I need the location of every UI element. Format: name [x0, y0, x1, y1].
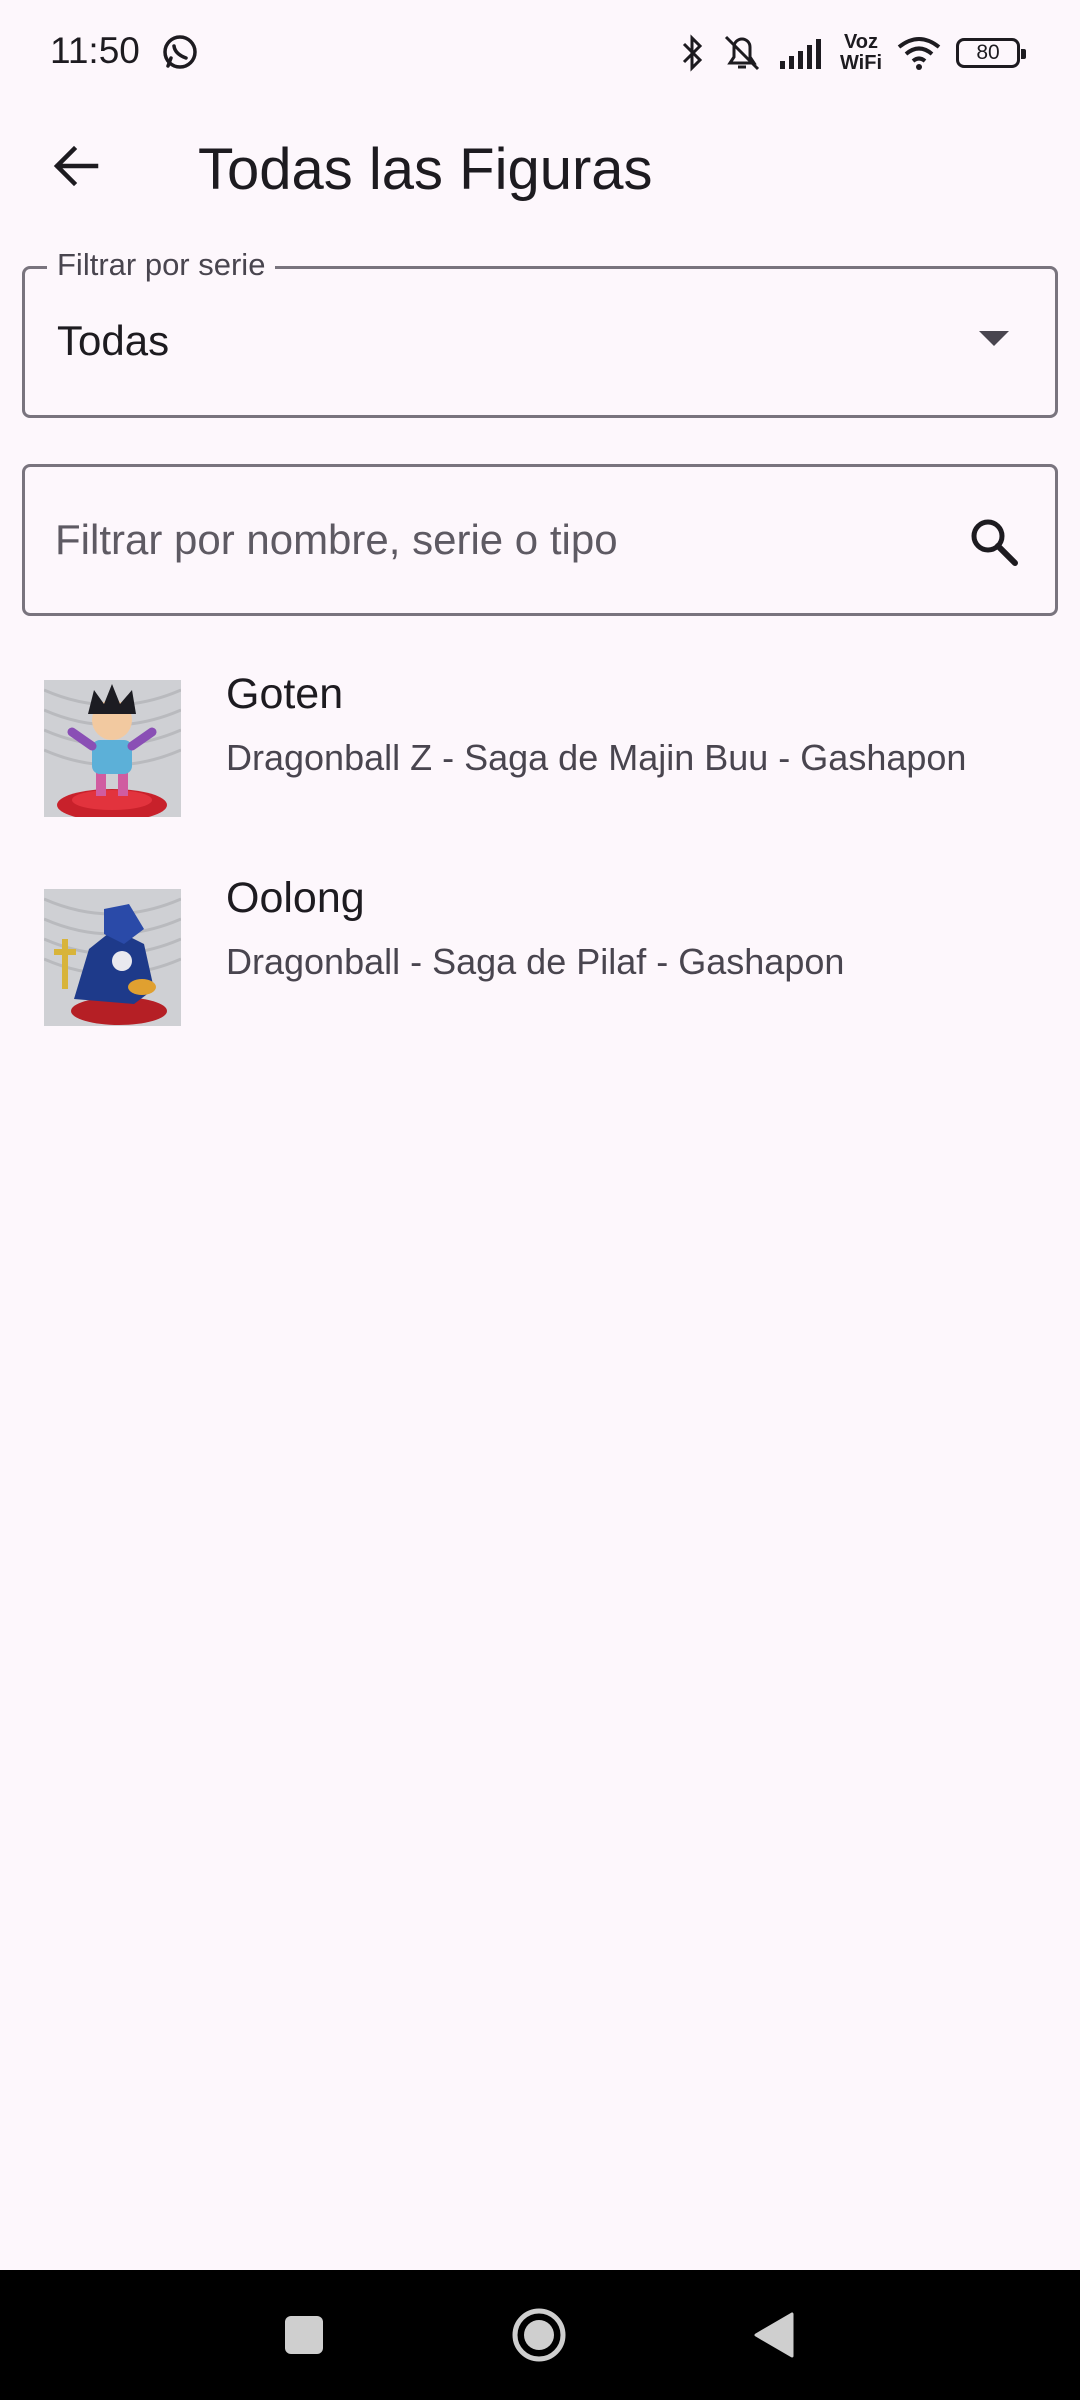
figure-name: Oolong: [226, 874, 365, 922]
bluetooth-icon: [682, 34, 703, 72]
app-bar: Todas las Figuras: [0, 110, 1080, 222]
voz-wifi-indicator: Voz WiFi: [840, 32, 882, 74]
recents-button[interactable]: [239, 2270, 369, 2400]
home-icon: [512, 2308, 566, 2362]
oolong-thumbnail: [44, 889, 181, 1026]
wifi-icon: [897, 37, 941, 70]
status-icons: Voz WiFi 80: [680, 28, 1026, 78]
series-filter-label: Filtrar por serie: [47, 247, 276, 283]
figure-subtitle: Dragonball - Saga de Pilaf - Gashapon: [226, 941, 845, 982]
back-nav-button[interactable]: [709, 2270, 839, 2400]
figure-name: Goten: [226, 670, 344, 718]
arrow-back-icon: [53, 145, 99, 187]
voz-label: Voz: [843, 31, 879, 53]
bell-muted-icon: [724, 35, 760, 71]
dropdown-arrow-icon: [979, 331, 1009, 346]
battery-indicator: 80: [956, 38, 1026, 68]
recents-icon: [285, 2316, 323, 2354]
list-item-goten[interactable]: Goten Dragonball Z - Saga de Majin Buu -…: [0, 650, 1080, 850]
system-nav-bar: [0, 2270, 1080, 2400]
home-button[interactable]: [474, 2270, 604, 2400]
wifi-label: WiFi: [839, 52, 882, 74]
status-time: 11:50: [50, 30, 140, 71]
list-item-oolong[interactable]: Oolong Dragonball - Saga de Pilaf - Gash…: [0, 860, 1080, 1040]
search-icon[interactable]: [969, 517, 1019, 567]
figure-subtitle: Dragonball Z - Saga de Majin Buu - Gasha…: [226, 737, 967, 778]
back-triangle-icon: [754, 2312, 794, 2358]
screen: 11:50 Voz WiFi 80 Todas las Figuras Filt…: [0, 0, 1080, 2400]
series-filter-value: Todas: [57, 317, 170, 364]
whatsapp-icon: [163, 35, 197, 69]
goten-thumbnail: [44, 680, 181, 817]
search-field[interactable]: [22, 464, 1058, 616]
page-title: Todas las Figuras: [198, 137, 653, 202]
search-input[interactable]: [55, 467, 935, 613]
status-bar: 11:50 Voz WiFi 80: [0, 0, 1080, 105]
signal-icon: [779, 39, 821, 69]
series-filter-dropdown[interactable]: Filtrar por serie Todas: [22, 247, 1058, 418]
back-button[interactable]: [36, 130, 116, 202]
